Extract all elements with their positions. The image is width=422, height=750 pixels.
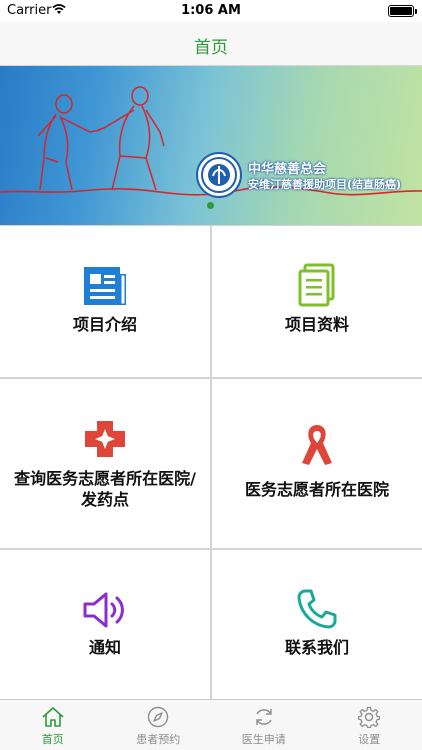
home-icon (42, 707, 64, 727)
tab-patient-appointment[interactable]: 患者预约 (106, 700, 212, 750)
speaker-icon (83, 592, 124, 628)
refresh-icon (256, 709, 272, 725)
gear-icon (358, 706, 381, 728)
compass-icon (148, 706, 169, 728)
battery-icon (388, 5, 417, 17)
menu-item-label: 联系我们 (284, 638, 349, 657)
menu-grid: 项目介绍 项目资料 查询医务志愿者所在医院/ 发药点 医务志愿者所在医院 通知 … (0, 225, 422, 699)
navigation-bar: 首页 (0, 22, 422, 66)
tab-label: 医生申请 (241, 733, 286, 746)
menu-item-label: 医务志愿者所在医院 (244, 480, 389, 499)
banner-project-name: 安维汀慈善援助项目(结直肠癌) (248, 178, 402, 191)
menu-item-label-line2: 发药点 (80, 490, 129, 509)
menu-item-project-intro[interactable]: 项目介绍 (0, 226, 210, 377)
charity-logo (196, 152, 242, 198)
banner-org-name: 中华慈善总会 (248, 162, 327, 177)
menu-item-search-hospital[interactable]: 查询医务志愿者所在医院/ 发药点 (0, 379, 210, 548)
menu-item-contact-us[interactable]: 联系我们 (212, 550, 422, 699)
awareness-ribbon-icon (302, 425, 332, 465)
menu-item-label: 通知 (88, 638, 121, 657)
tab-bar: 首页 患者预约 医生申请 设置 (0, 699, 422, 750)
menu-item-label: 项目介绍 (72, 315, 137, 334)
menu-item-project-docs[interactable]: 项目资料 (212, 226, 422, 377)
tab-doctor-application[interactable]: 医生申请 (211, 700, 317, 750)
tab-home[interactable]: 首页 (0, 700, 106, 750)
tab-label: 患者预约 (136, 733, 181, 746)
carousel-page-indicator[interactable] (207, 202, 214, 209)
tab-settings[interactable]: 设置 (317, 700, 422, 750)
menu-item-label-line1: 查询医务志愿者所在医院/ (14, 469, 196, 488)
medical-cross-icon (85, 421, 125, 457)
page-title: 首页 (194, 38, 228, 58)
menu-item-volunteer-hospitals[interactable]: 医务志愿者所在医院 (212, 379, 422, 548)
status-bar: Carrier 1:06 AM (0, 0, 422, 22)
phone-icon (297, 589, 337, 629)
clock-label: 1:06 AM (181, 3, 241, 18)
tab-label: 首页 (41, 733, 64, 746)
tab-label: 设置 (358, 733, 381, 746)
menu-item-label: 项目资料 (284, 315, 349, 334)
menu-item-notice[interactable]: 通知 (0, 550, 210, 699)
document-icon (298, 263, 335, 307)
newspaper-icon (84, 267, 126, 305)
